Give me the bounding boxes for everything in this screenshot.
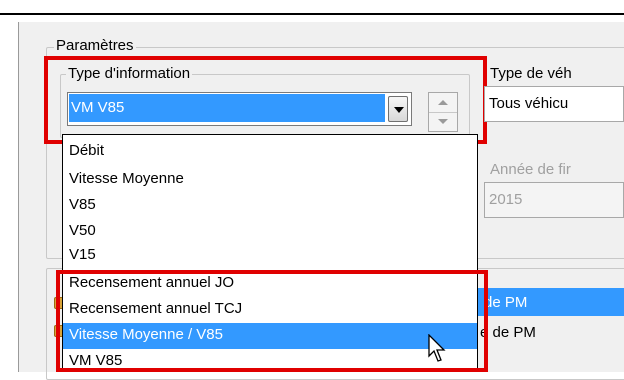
dropdown-option-debit[interactable]: Débit [63,139,477,163]
list-item[interactable]: e de PM [480,324,536,341]
type-vehicule-label: Type de véh [488,65,574,82]
mouse-pointer-icon [428,334,446,362]
annee-fin-field: 2015 [484,182,624,218]
list-item[interactable]: de PM [484,294,527,311]
highlight-box-type-info [44,56,487,144]
top-divider [0,13,624,15]
dropdown-option-v15[interactable]: V15 [63,243,477,267]
dropdown-option-v85[interactable]: V85 [63,193,477,217]
parametres-title: Paramètres [54,37,136,54]
dropdown-option-vitesse-moyenne[interactable]: Vitesse Moyenne [63,167,477,191]
type-vehicule-field[interactable]: Tous véhicu [484,86,624,122]
highlight-box-options [56,270,488,372]
dropdown-option-v50[interactable]: V50 [63,219,477,243]
annee-fin-label: Année de fir [488,161,573,178]
